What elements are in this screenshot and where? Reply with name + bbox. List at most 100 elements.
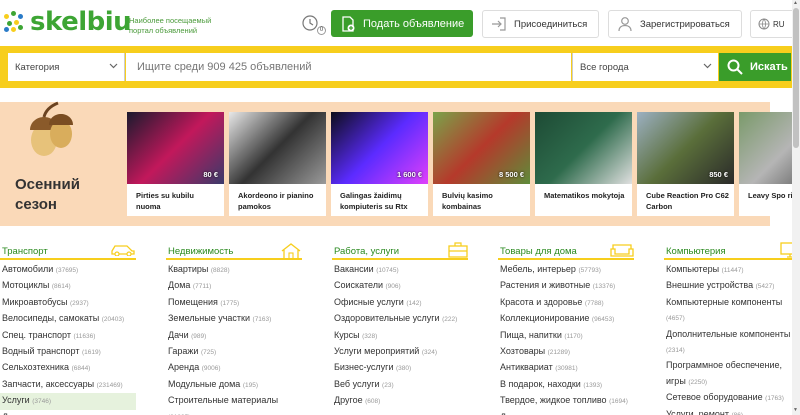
promo-title-line2: сезон [15, 196, 57, 213]
subcategory-link[interactable]: Дома (7711) [166, 278, 302, 294]
history-button[interactable]: 0 [302, 13, 326, 35]
subcategory-link[interactable]: Красота и здоровье (7788) [498, 295, 634, 311]
subcategory-link[interactable]: Другое (608) [332, 393, 468, 409]
subcategory-link[interactable]: Дополнительные компоненты (2314) [664, 327, 800, 359]
subcategory-link[interactable]: Помещения (1775) [166, 295, 302, 311]
login-button[interactable]: Присоединиться [482, 10, 599, 38]
promo-card[interactable]: Akordeono ir pianino pamokos [229, 112, 326, 216]
subcategory-link[interactable]: В подарок, находки (1393) [498, 377, 634, 393]
city-select[interactable]: Все города [572, 53, 718, 81]
subcategory-link[interactable]: Соискатели (906) [332, 278, 468, 294]
scroll-thumb[interactable] [793, 8, 799, 148]
subcategory-link[interactable]: Услуги (3746) [0, 393, 136, 410]
user-icon [618, 17, 632, 32]
subcategory-link[interactable]: Коллекционирование (96453) [498, 311, 634, 327]
language-button[interactable]: RU [750, 10, 792, 38]
subcategory-name: Твердое, жидкое топливо [500, 395, 607, 406]
subcategory-link[interactable]: Оздоровительные услуги (222) [332, 311, 468, 327]
subcategory-name: Бизнес-услуги [334, 362, 394, 373]
subcategory-link[interactable]: Офисные услуги (142) [332, 295, 468, 311]
subcategory-name: Строительные материалы [168, 395, 279, 406]
scroll-down-icon[interactable]: ▼ [793, 407, 798, 413]
category-heading[interactable]: Недвижимость [166, 242, 302, 260]
category-heading[interactable]: Компьютерия [664, 242, 800, 260]
register-button[interactable]: Зарегистрироваться [608, 10, 742, 38]
subcategory-link[interactable]: Веб услуги (23) [332, 377, 468, 393]
subcategory-count: (4657) [666, 315, 685, 323]
acorn-icon [30, 101, 73, 156]
promo-card[interactable]: 850 € Cube Reaction Pro C62 Carbon [637, 112, 734, 216]
subcategory-link[interactable]: Земельные участки (7163) [166, 311, 302, 327]
search-button[interactable]: Искать [719, 53, 791, 81]
subcategory-name: Вакансии [334, 264, 374, 274]
promo-card-title: Cube Reaction Pro C62 Carbon [646, 191, 729, 211]
chevron-down-icon [109, 63, 118, 69]
category-heading[interactable]: Работа, услуги [332, 242, 468, 260]
subcategory-link[interactable]: Дачи (989) [166, 328, 302, 344]
subcategory-link[interactable]: Услуги мероприятий (324) [332, 344, 468, 360]
subcategory-link[interactable]: Курсы (328) [332, 328, 468, 344]
subcategory-link[interactable]: Другое (610) [498, 410, 634, 415]
subcategory-link[interactable]: Гаражи (725) [166, 344, 302, 360]
subcategory-count: (1393) [583, 381, 603, 389]
promo-card[interactable]: 8 500 € Bulvių kasimo kombainas [433, 112, 530, 216]
subcategory-link[interactable]: Антиквариат (30981) [498, 360, 634, 376]
subcategory-link[interactable]: Внешние устройства (5427) [664, 278, 800, 294]
subcategory-link[interactable]: Водный транспорт (1619) [0, 344, 136, 360]
subcategory-link[interactable]: Твердое, жидкое топливо (1694) [498, 393, 634, 409]
subcategory-name: Другое [2, 412, 31, 415]
subcategory-link[interactable]: Сельхозтехника (6844) [0, 360, 136, 376]
promo-card[interactable]: 1 600 € Galingas žaidimų kompiuteris su R… [331, 112, 428, 216]
subcategory-count: (11447) [721, 267, 744, 274]
scrollbar[interactable]: ▲ ▼ [792, 0, 800, 415]
subcategory-link[interactable]: Сетевое оборудование (1763) [664, 390, 800, 406]
logo[interactable]: skelbiu [2, 9, 132, 35]
subcategory-link[interactable]: Мотоциклы (8614) [0, 278, 136, 294]
subcategory-link[interactable]: Строительные материалы (31895) [166, 393, 302, 415]
subcategory-link[interactable]: Компьютеры (11447) [664, 262, 800, 278]
category-select[interactable]: Категория [8, 53, 125, 81]
promo-card-title: Pirties su kubilu nuoma [136, 191, 194, 211]
subcategory-link[interactable]: Спец. транспорт (11636) [0, 328, 136, 344]
subcategory-list: Квартиры (8828) Дома (7711) Помещения (177… [166, 262, 302, 415]
subcategory-name: Веб услуги [334, 378, 380, 389]
subcategory-link[interactable]: Программное обеспечение, игры (2250) [664, 358, 800, 390]
category-column: Работа, услуги Вакансии (10745) Соискатели… [332, 242, 468, 410]
subcategory-link[interactable]: Модульные дома (195) [166, 377, 302, 393]
subcategory-link[interactable]: Другое (553) [0, 410, 136, 415]
post-ad-button[interactable]: Подать объявление [331, 10, 473, 37]
category-title: Недвижимость [168, 246, 234, 257]
subcategory-link[interactable]: Автомобили (37695) [0, 262, 136, 278]
login-icon [492, 17, 506, 31]
subcategory-name: Другое [334, 395, 363, 406]
subcategory-link[interactable]: Велосипеды, самокаты (20403) [0, 311, 136, 327]
category-select-label: Категория [15, 61, 60, 73]
promo-card[interactable]: Matematikos mokytoja [535, 112, 632, 216]
add-document-icon [342, 15, 355, 32]
subcategory-link[interactable]: Мебель, интерьер (57793) [498, 262, 634, 278]
subcategory-link[interactable]: Растения и животные (13376) [498, 278, 634, 294]
subcategory-link[interactable]: Пища, напитки (1170) [498, 328, 634, 344]
subcategory-link[interactable]: Запчасти, аксессуары (231469) [0, 377, 136, 393]
subcategory-link[interactable]: Вакансии (10745) [332, 262, 468, 278]
category-heading[interactable]: Транспорт [0, 242, 136, 260]
subcategory-link[interactable]: Услуги, ремонт (86) [664, 407, 800, 415]
subcategory-count: (8828) [210, 267, 230, 274]
login-label: Присоединиться [514, 18, 588, 30]
subcategory-name: В подарок, находки [500, 378, 581, 389]
scroll-up-icon[interactable]: ▲ [793, 0, 798, 6]
category-column: Компьютерия Компьютеры (11447) Внешние уст… [664, 242, 800, 415]
subcategory-name: Другое [500, 412, 529, 415]
subcategory-link[interactable]: Компьютерные компоненты (4657) [664, 295, 800, 327]
category-heading[interactable]: Товары для дома [498, 242, 634, 260]
promo-card[interactable]: Leavy Spo rinktuvas [739, 112, 800, 216]
subcategory-link[interactable]: Микроавтобусы (2937) [0, 295, 136, 311]
subcategory-count: (1694) [609, 398, 628, 406]
promo-card-price: 850 € [709, 170, 728, 179]
subcategory-link[interactable]: Бизнес-услуги (380) [332, 360, 468, 376]
promo-card[interactable]: 80 € Pirties su kubilu nuoma [127, 112, 224, 216]
subcategory-count: (725) [200, 349, 217, 357]
search-input[interactable] [126, 53, 571, 81]
subcategory-link[interactable]: Аренда (9006) [166, 360, 302, 376]
subcategory-link[interactable]: Хозтовары (21289) [498, 344, 634, 360]
